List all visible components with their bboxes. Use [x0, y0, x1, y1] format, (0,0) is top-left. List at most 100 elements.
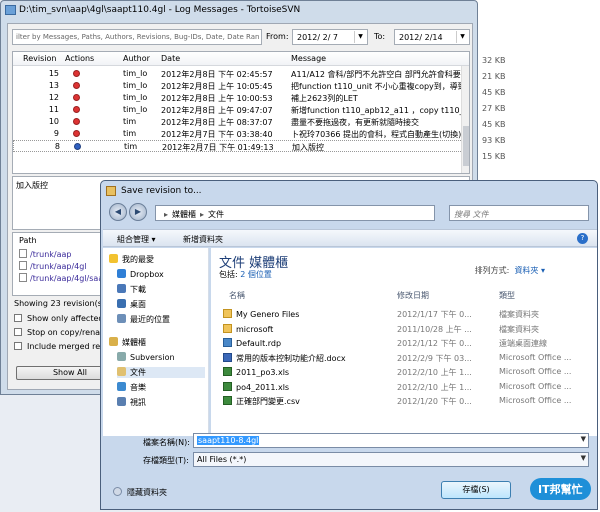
revision-date: 2012年2月7日 下午 01:49:13 — [162, 143, 274, 152]
sidebar-item[interactable]: 我的最愛 — [109, 254, 197, 265]
sidebar-item[interactable]: 下載 — [117, 284, 205, 295]
sidebar-item[interactable]: 桌面 — [117, 299, 205, 310]
sidebar-item[interactable]: 最近的位置 — [117, 314, 205, 325]
file-row[interactable]: 正確部門變更.csv 2012/1/20 下午 0... Microsoft Off… — [217, 395, 589, 408]
path-text: /trunk/aap — [30, 250, 72, 259]
revision-row[interactable]: 13 tim_lo 2012年2月8日 上午 10:05:45 把function t… — [13, 80, 463, 92]
sidebar-item[interactable]: 音樂 — [117, 382, 205, 393]
modified-action-icon — [73, 70, 80, 77]
file-name: 正確部門變更.csv — [236, 397, 300, 406]
revision-row[interactable]: 9 tim 2012年2月7日 下午 03:38:40 卜祝玲70366 提出的會科，… — [13, 128, 463, 140]
music-icon — [117, 382, 126, 391]
file-row[interactable]: 2011_po3.xls 2012/2/10 上午 1... Microsoft O… — [217, 366, 589, 379]
file-name: 常用的版本控制功能介紹.docx — [236, 353, 346, 363]
sidebar-item-label: 下載 — [130, 285, 146, 294]
column-actions[interactable]: Actions — [65, 54, 94, 63]
revision-number: 13 — [48, 81, 59, 90]
revision-actions — [74, 143, 81, 152]
file-row[interactable]: po4_2011.xls 2012/2/10 上午 1... Microsoft O… — [217, 381, 589, 394]
column-message[interactable]: Message — [291, 54, 326, 63]
revision-row[interactable]: 15 tim_lo 2012年2月8日 下午 02:45:57 A11/A12 會科/… — [13, 68, 463, 80]
file-name-cell: 常用的版本控制功能介紹.docx — [223, 352, 393, 364]
arrange-by: 排列方式: 資料夾 ▾ — [475, 265, 545, 276]
revision-actions — [73, 106, 80, 115]
chevron-down-icon: ▼ — [456, 31, 468, 43]
revision-author: tim_lo — [123, 93, 148, 102]
organize-button[interactable]: 組合管理 ▾ — [117, 234, 156, 245]
file-row[interactable]: microsoft 2011/10/28 上午 ... 檔案資料夾 — [217, 323, 589, 336]
file-date: 2012/2/9 下午 03... — [397, 353, 472, 363]
revision-actions — [73, 70, 80, 79]
breadcrumb-library[interactable]: 媒體櫃 — [172, 210, 196, 219]
stop-on-copy-checkbox[interactable]: Stop on copy/rename — [14, 328, 113, 337]
file-row[interactable]: My Genero Files 2012/1/17 下午 0... 檔案資料夾 — [217, 308, 589, 321]
revision-author: tim_lo — [123, 69, 148, 78]
hide-folders-toggle[interactable]: 隱藏資料夾 — [113, 487, 167, 498]
revision-list[interactable]: Revision Actions Author Date Message 15 t… — [12, 51, 470, 174]
file-date: 2012/1/12 下午 0... — [397, 339, 472, 348]
filename-value: saapt110-8.4gl — [197, 436, 260, 445]
arrange-dropdown[interactable]: 資料夾 ▾ — [514, 266, 545, 275]
revision-row[interactable]: 10 tim 2012年2月8日 上午 08:37:07 盡量不要拖過夜，有更新就隨時… — [13, 116, 463, 128]
file-row[interactable]: Default.rdp 2012/1/12 下午 0... 遠端桌面連線 — [217, 337, 589, 350]
column-revision[interactable]: Revision — [23, 54, 56, 63]
forward-button[interactable]: ▶ — [129, 203, 147, 221]
sidebar-item-label: 桌面 — [130, 300, 146, 309]
sidebar-item[interactable]: 媒體櫃 — [109, 337, 197, 348]
file-icon — [19, 273, 27, 282]
help-icon[interactable]: ? — [577, 233, 588, 244]
revision-number: 10 — [48, 117, 59, 126]
column-type[interactable]: 類型 — [499, 290, 515, 301]
revision-row[interactable]: 12 tim_lo 2012年2月8日 上午 10:00:53 補上2623列的LET — [13, 92, 463, 104]
subversion-icon — [117, 352, 126, 361]
filename-input[interactable]: saapt110-8.4gl ▼ — [193, 433, 589, 448]
path-item[interactable]: /trunk/aap — [19, 249, 71, 259]
scrollbar-thumb[interactable] — [463, 126, 469, 166]
includes-link[interactable]: 2 個位置 — [240, 270, 272, 279]
new-folder-button[interactable]: 新增資料夾 — [183, 234, 223, 245]
to-date-picker[interactable]: 2012/ 2/14 ▼ — [394, 29, 470, 45]
path-item[interactable]: /trunk/aap/4gl — [19, 261, 87, 271]
sidebar-item[interactable]: 文件 — [117, 367, 205, 378]
chevron-right-icon: ▸ — [200, 210, 205, 219]
from-date-picker[interactable]: 2012/ 2/ 7 ▼ — [292, 29, 368, 45]
revision-message: A11/A12 會科/部門不允許空白 部門允許會科要允 — [291, 70, 463, 79]
column-author[interactable]: Author — [123, 54, 150, 63]
file-list-pane[interactable]: 文件 媒體櫃 包括: 2 個位置 排列方式: 資料夾 ▾ 名稱 修改日期 類型 … — [211, 248, 597, 436]
folder-icon — [223, 309, 232, 318]
file-row[interactable]: 常用的版本控制功能介紹.docx 2012/2/9 下午 03... Microso… — [217, 352, 589, 365]
save-dialog: Save revision to... ◀ ▶ ▸ 媒體櫃 ▸ 文件 搜尋 文件 組合… — [100, 180, 598, 510]
filter-input[interactable]: ilter by Messages, Paths, Authors, Revis… — [12, 29, 262, 45]
vertical-scrollbar[interactable] — [461, 66, 469, 173]
command-bar: 組合管理 ▾ 新增資料夾 ? — [103, 229, 597, 247]
revision-number: 12 — [48, 93, 59, 102]
column-date[interactable]: Date — [161, 54, 180, 63]
sidebar-item-label: 我的最愛 — [122, 255, 154, 264]
revision-row[interactable]: 8 tim 2012年2月7日 下午 01:49:13 加入版控 — [13, 140, 463, 152]
revision-list-header: Revision Actions Author Date Message — [13, 52, 469, 66]
save-button[interactable]: 存檔(S) — [441, 481, 511, 499]
file-size-text: 15 KB — [482, 152, 506, 161]
revision-row[interactable]: 11 tim_lo 2012年2月8日 上午 09:47:07 新增function … — [13, 104, 463, 116]
sidebar-item[interactable]: 視訊 — [117, 397, 205, 408]
chevron-right-icon: ▸ — [164, 210, 169, 219]
sidebar-item[interactable]: Subversion — [117, 352, 205, 362]
column-modified[interactable]: 修改日期 — [397, 290, 429, 301]
sidebar-item-label: 媒體櫃 — [122, 338, 146, 347]
xls-file-icon — [223, 381, 232, 391]
chevron-down-icon[interactable]: ▼ — [581, 435, 586, 443]
address-bar[interactable]: ▸ 媒體櫃 ▸ 文件 — [155, 205, 435, 221]
search-input[interactable]: 搜尋 文件 — [449, 205, 589, 221]
file-name-cell: My Genero Files — [223, 309, 393, 319]
sidebar-item[interactable]: Dropbox — [117, 269, 205, 279]
revision-date: 2012年2月8日 上午 10:00:53 — [161, 94, 273, 103]
column-name[interactable]: 名稱 — [229, 290, 245, 301]
filetype-select[interactable]: All Files (*.*) ▼ — [193, 452, 589, 467]
path-item[interactable]: /trunk/aap/4gl/saapt — [19, 273, 111, 283]
back-button[interactable]: ◀ — [109, 203, 127, 221]
breadcrumb-documents[interactable]: 文件 — [208, 210, 224, 219]
sidebar-item-label: 最近的位置 — [130, 315, 170, 324]
sidebar-item-label: 視訊 — [130, 398, 146, 407]
navigation-pane[interactable]: 我的最愛 Dropbox 下載桌面最近的位置媒體櫃 Subversion 文件音樂視訊 — [103, 248, 209, 436]
path-text: /trunk/aap/4gl — [30, 262, 87, 271]
